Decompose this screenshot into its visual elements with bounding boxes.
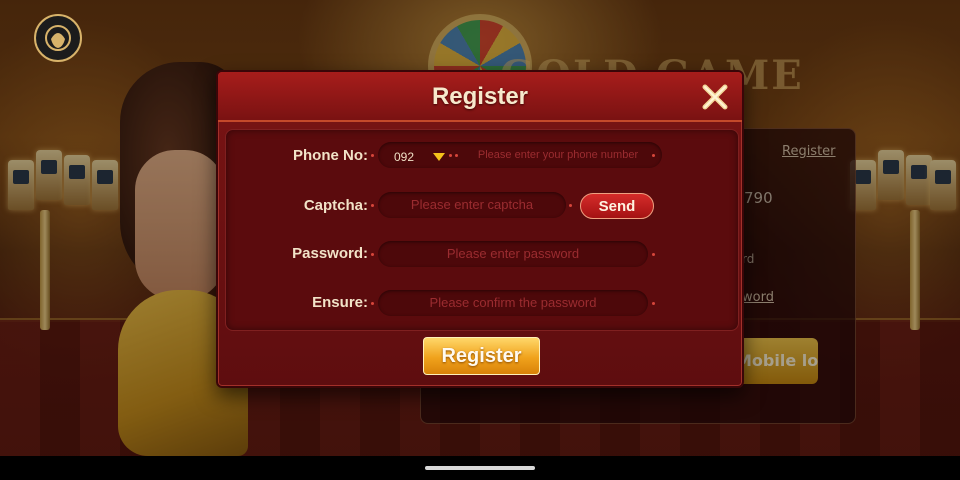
- register-submit-button[interactable]: Register: [423, 337, 540, 375]
- chevron-down-icon[interactable]: [433, 153, 445, 161]
- country-code-select[interactable]: 092: [394, 150, 414, 164]
- field-dot: [371, 154, 374, 157]
- field-dot: [652, 253, 655, 256]
- field-dot: [652, 302, 655, 305]
- home-gesture-handle[interactable]: [425, 466, 535, 470]
- password-input[interactable]: Please enter password: [378, 241, 648, 267]
- user-avatar-icon[interactable]: [34, 14, 82, 62]
- send-captcha-button[interactable]: Send: [580, 193, 654, 219]
- field-dot: [371, 253, 374, 256]
- field-dot: [449, 154, 452, 157]
- field-dot: [371, 302, 374, 305]
- password-label: Password:: [292, 245, 368, 262]
- close-x-icon: [702, 84, 728, 110]
- phone-input[interactable]: Please enter your phone number: [464, 142, 652, 168]
- phone-label: Phone No:: [293, 147, 368, 164]
- register-dialog: Register Phone No: 092 Please enter your…: [216, 70, 744, 388]
- captcha-input[interactable]: Please enter captcha: [378, 192, 566, 218]
- ensure-label: Ensure:: [312, 294, 368, 311]
- close-icon[interactable]: [698, 80, 732, 114]
- field-dot: [371, 204, 374, 207]
- field-dot: [652, 154, 655, 157]
- avatar-face-icon: [45, 25, 71, 51]
- field-dot: [455, 154, 458, 157]
- field-dot: [569, 204, 572, 207]
- confirm-password-input[interactable]: Please confirm the password: [378, 290, 648, 316]
- captcha-label: Captcha:: [303, 197, 368, 214]
- dialog-title: Register: [431, 83, 529, 110]
